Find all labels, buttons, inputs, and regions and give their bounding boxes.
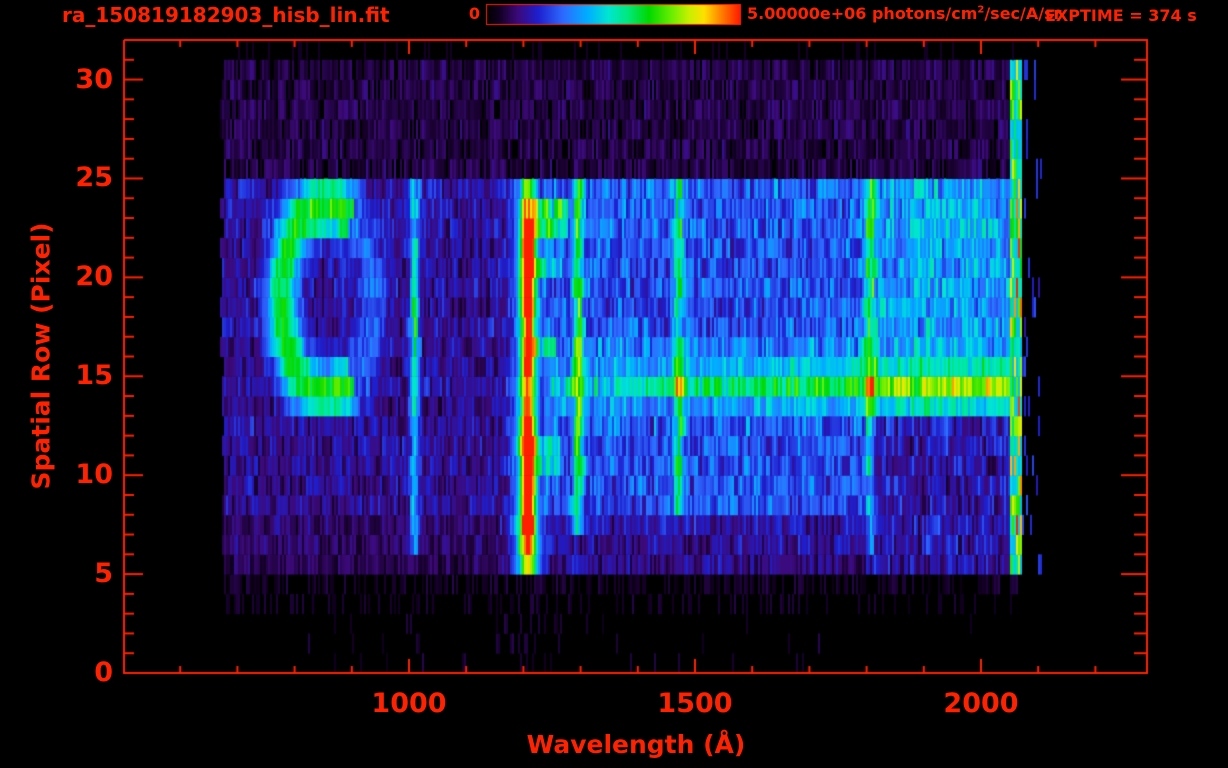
- y-tick-label-5: 5: [94, 558, 113, 590]
- plot-title: ra_150819182903_hisb_lin.fit: [62, 3, 390, 27]
- x-tick-label-2000: 2000: [943, 688, 1019, 719]
- spectral-heatmap-canvas: [0, 0, 1228, 768]
- y-tick-label-20: 20: [75, 261, 113, 293]
- exptime-label: EXPTIME = 374 s: [1045, 6, 1197, 25]
- y-tick-label-0: 0: [94, 657, 113, 688]
- y-tick-label-25: 25: [75, 162, 113, 194]
- colorbar-min-label: 0: [468, 4, 480, 23]
- y-tick-label-30: 30: [75, 63, 113, 95]
- x-tick-label-1500: 1500: [657, 688, 733, 719]
- x-axis-title: Wavelength (Å): [526, 730, 746, 759]
- spectral-image-viewer: ra_150819182903_hisb_lin.fit 0 5.00000e+…: [0, 0, 1228, 768]
- x-tick-label-1000: 1000: [371, 688, 447, 719]
- colorbar-max-value: 5.00000e+06 photons/cm: [747, 4, 978, 23]
- y-tick-label-15: 15: [75, 360, 113, 392]
- y-tick-label-10: 10: [75, 459, 113, 491]
- colorbar-max-label: 5.00000e+06 photons/cm2/sec/A/sr: [747, 4, 1062, 23]
